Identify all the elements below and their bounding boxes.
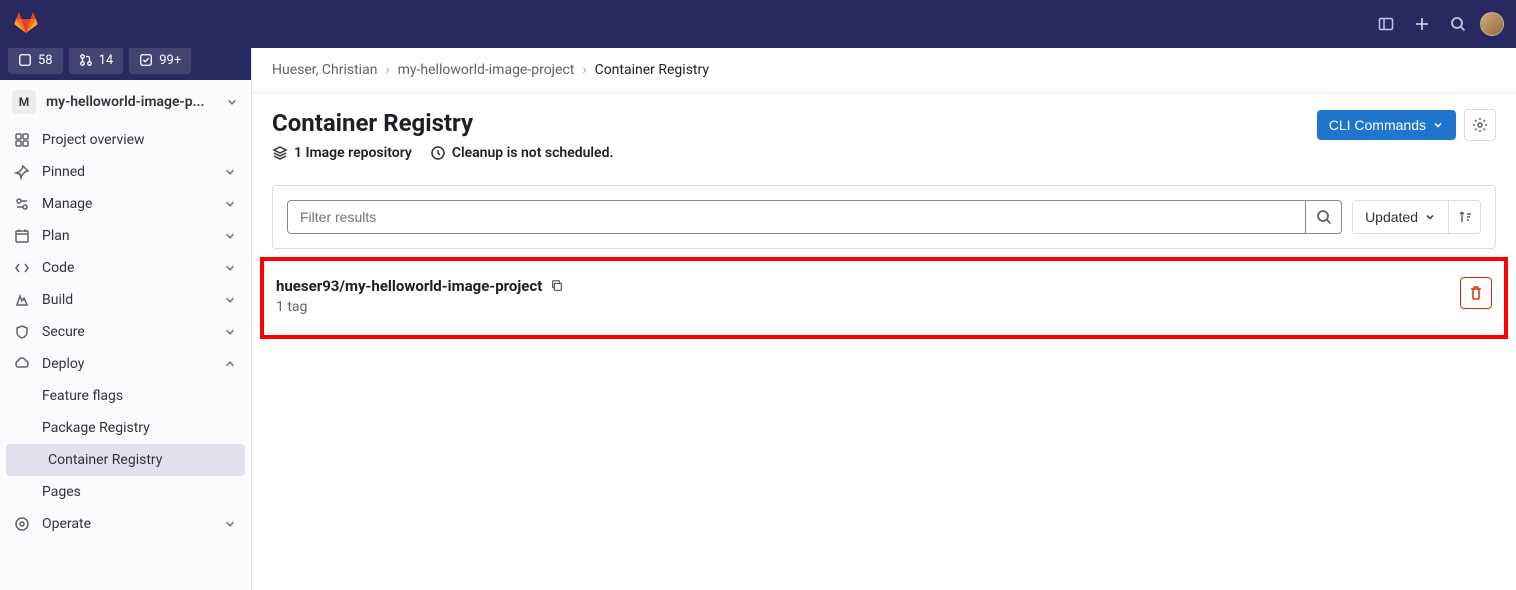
chevron-down-icon bbox=[223, 517, 237, 531]
chevron-down-icon bbox=[223, 165, 237, 179]
issues-counter[interactable]: 58 bbox=[8, 48, 63, 74]
todos-counter[interactable]: 99+ bbox=[129, 48, 191, 74]
repo-tag-count: 1 tag bbox=[276, 299, 1460, 315]
filter-input-group bbox=[287, 200, 1342, 234]
breadcrumb-item[interactable]: my-helloworld-image-project bbox=[398, 62, 575, 78]
sidebar-item-manage[interactable]: Manage bbox=[0, 188, 251, 220]
clock-icon bbox=[430, 145, 446, 161]
repo-row[interactable]: hueser93/my-helloworld-image-project 1 t… bbox=[276, 277, 1492, 315]
chevron-up-icon bbox=[223, 357, 237, 371]
repo-count: 1 Image repository bbox=[272, 145, 412, 161]
shield-icon bbox=[14, 324, 30, 340]
sidebar-item-label: Project overview bbox=[42, 132, 237, 148]
sidebar-item-deploy[interactable]: Deploy bbox=[0, 348, 251, 380]
page-header: Container Registry 1 Image repository Cl… bbox=[252, 93, 1516, 173]
search-icon bbox=[1316, 209, 1332, 225]
user-avatar[interactable] bbox=[1480, 12, 1504, 36]
sidebar-item-label: Secure bbox=[42, 324, 211, 340]
sidebar-item-label: Package Registry bbox=[42, 420, 237, 436]
filter-input[interactable] bbox=[288, 201, 1305, 233]
mr-count: 14 bbox=[99, 53, 114, 68]
sidebar-item-label: Code bbox=[42, 260, 211, 276]
project-header[interactable]: M my-helloworld-image-p... bbox=[0, 80, 251, 124]
delete-repo-button[interactable] bbox=[1460, 277, 1492, 309]
sort-group: Updated bbox=[1352, 200, 1481, 234]
filter-section: Updated bbox=[272, 185, 1496, 249]
breadcrumb-separator: › bbox=[385, 62, 389, 78]
sidebar-item-label: Operate bbox=[42, 516, 211, 532]
sidebar-item-code[interactable]: Code bbox=[0, 252, 251, 284]
project-avatar: M bbox=[12, 90, 36, 114]
plan-icon bbox=[14, 228, 30, 244]
breadcrumb: Hueser, Christian › my-helloworld-image-… bbox=[252, 48, 1516, 93]
sidebar-item-plan[interactable]: Plan bbox=[0, 220, 251, 252]
chevron-down-icon bbox=[223, 293, 237, 307]
chevron-down-icon bbox=[1424, 211, 1436, 223]
main-content: Hueser, Christian › my-helloworld-image-… bbox=[252, 48, 1516, 590]
sidebar-item-package-registry[interactable]: Package Registry bbox=[0, 412, 251, 444]
cli-commands-button[interactable]: CLI Commands bbox=[1317, 110, 1456, 140]
sidebar-item-label: Feature flags bbox=[42, 388, 237, 404]
chevron-down-icon bbox=[223, 229, 237, 243]
issues-count: 58 bbox=[38, 53, 53, 68]
chevron-down-icon bbox=[223, 325, 237, 339]
project-name: my-helloworld-image-p... bbox=[46, 94, 215, 110]
page-title: Container Registry bbox=[272, 109, 1317, 137]
overview-icon bbox=[14, 132, 30, 148]
sidebar-item-label: Build bbox=[42, 292, 211, 308]
trash-icon bbox=[1468, 285, 1484, 301]
merge-requests-counter[interactable]: 14 bbox=[69, 48, 124, 74]
operate-icon bbox=[14, 516, 30, 532]
todos-count: 99+ bbox=[159, 53, 181, 68]
sidebar-item-label: Plan bbox=[42, 228, 211, 244]
breadcrumb-current: Container Registry bbox=[595, 62, 709, 78]
deploy-submenu: Feature flags Package Registry Container… bbox=[0, 380, 251, 508]
sidebar-item-label: Pinned bbox=[42, 164, 211, 180]
breadcrumb-item[interactable]: Hueser, Christian bbox=[272, 62, 377, 78]
sidebar-item-label: Pages bbox=[42, 484, 237, 500]
chevron-down-icon bbox=[223, 261, 237, 275]
layers-icon bbox=[272, 145, 288, 161]
sidebar-item-pages[interactable]: Pages bbox=[0, 476, 251, 508]
sort-dropdown[interactable]: Updated bbox=[1353, 201, 1448, 233]
repo-name[interactable]: hueser93/my-helloworld-image-project bbox=[276, 277, 542, 295]
settings-button[interactable] bbox=[1464, 109, 1496, 141]
sidebar-item-label: Deploy bbox=[42, 356, 211, 372]
cleanup-status: Cleanup is not scheduled. bbox=[430, 145, 614, 161]
sidebar: 58 14 99+ M my-helloworld-image-p... Pro… bbox=[0, 48, 252, 590]
chevron-down-icon bbox=[225, 95, 239, 109]
sidebar-toggle-icon[interactable] bbox=[1372, 10, 1400, 38]
topbar bbox=[0, 0, 1516, 48]
sidebar-item-label: Manage bbox=[42, 196, 211, 212]
sidebar-item-container-registry[interactable]: Container Registry bbox=[6, 444, 245, 476]
chevron-down-icon bbox=[223, 197, 237, 211]
sort-icon bbox=[1457, 209, 1473, 225]
plus-icon[interactable] bbox=[1408, 10, 1436, 38]
sidebar-item-pinned[interactable]: Pinned bbox=[0, 156, 251, 188]
topbar-counters: 58 14 99+ bbox=[0, 48, 251, 80]
sidebar-item-build[interactable]: Build bbox=[0, 284, 251, 316]
gitlab-logo-icon[interactable] bbox=[12, 10, 40, 38]
code-icon bbox=[14, 260, 30, 276]
filter-search-button[interactable] bbox=[1305, 201, 1341, 233]
sidebar-item-secure[interactable]: Secure bbox=[0, 316, 251, 348]
sidebar-item-operate[interactable]: Operate bbox=[0, 508, 251, 540]
sidebar-item-label: Container Registry bbox=[48, 452, 231, 468]
search-icon[interactable] bbox=[1444, 10, 1472, 38]
deploy-icon bbox=[14, 356, 30, 372]
sidebar-item-overview[interactable]: Project overview bbox=[0, 124, 251, 156]
manage-icon bbox=[14, 196, 30, 212]
sort-direction-button[interactable] bbox=[1448, 201, 1480, 233]
pin-icon bbox=[14, 164, 30, 180]
breadcrumb-separator: › bbox=[582, 62, 586, 78]
sidebar-item-feature-flags[interactable]: Feature flags bbox=[0, 380, 251, 412]
repo-row-highlighted: hueser93/my-helloworld-image-project 1 t… bbox=[260, 257, 1508, 339]
gear-icon bbox=[1472, 117, 1488, 133]
chevron-down-icon bbox=[1432, 119, 1444, 131]
build-icon bbox=[14, 292, 30, 308]
copy-icon[interactable] bbox=[550, 279, 564, 293]
